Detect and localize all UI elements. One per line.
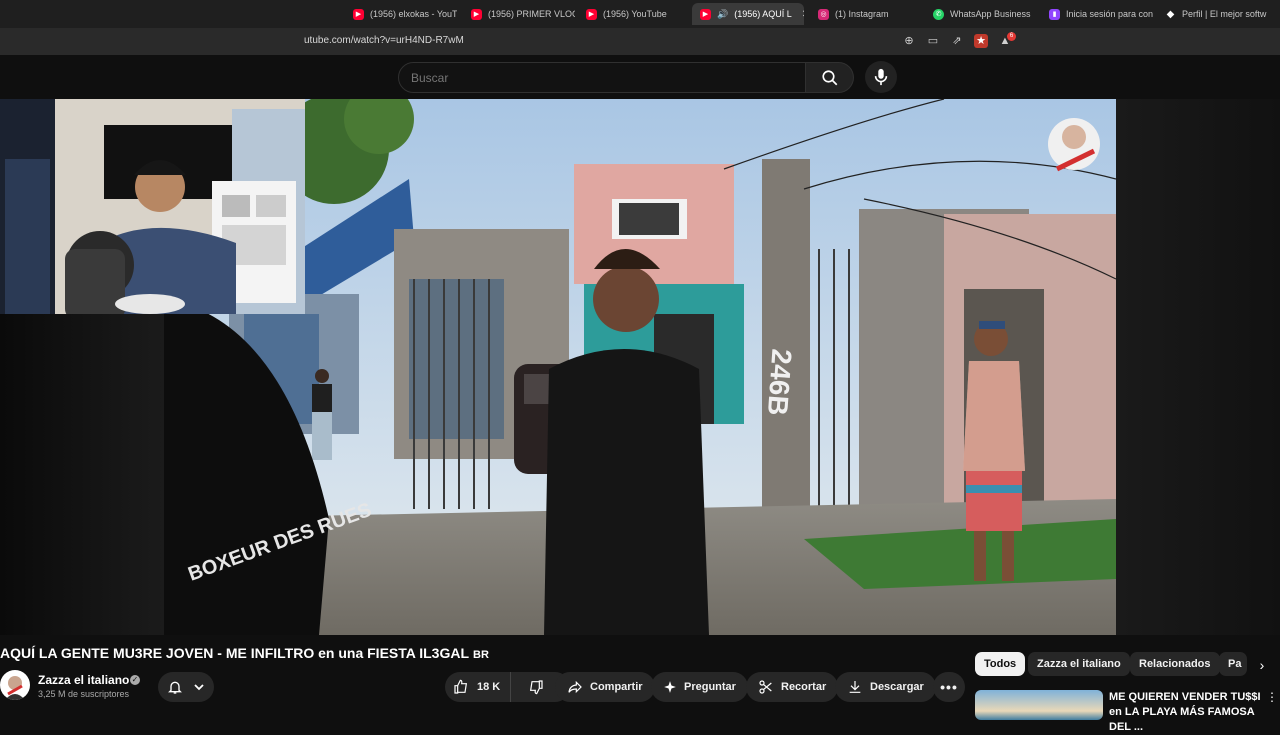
browser-tab[interactable]: ◆ Perfil | El mejor softw <box>1157 3 1269 25</box>
search-box <box>398 62 806 93</box>
zoom-icon[interactable]: ⊕ <box>902 34 916 48</box>
recommended-thumbnail[interactable] <box>975 690 1103 720</box>
clip-button[interactable]: Recortar <box>746 672 839 702</box>
cast-icon[interactable]: ▭ <box>926 34 940 48</box>
search-button[interactable] <box>806 62 854 93</box>
subscriber-count: 3,25 M de suscriptores <box>38 689 130 699</box>
like-count: 18 K <box>477 681 501 693</box>
thumbs-down-icon <box>530 680 543 695</box>
video-title-text: AQUÍ LA GENTE MU3RE JOVEN - ME INFILTRO … <box>0 645 470 661</box>
voice-search-button[interactable] <box>865 61 897 93</box>
address-bar: utube.com/watch?v=urH4ND-R7wM ⊕ ▭ ⇗ ★ ▲ … <box>0 28 1280 55</box>
url-text[interactable]: utube.com/watch?v=urH4ND-R7wM <box>304 35 464 46</box>
more-vertical-icon[interactable]: ⋮ <box>1266 690 1278 706</box>
tab-title: Inicia sesión para con <box>1066 9 1153 19</box>
wall-number-char: 246B <box>762 348 798 417</box>
browser-tab[interactable]: ▶ (1956) PRIMER VLOG <box>463 3 575 25</box>
scissors-icon <box>759 680 772 694</box>
bookmark-icon[interactable]: ★ <box>974 34 988 48</box>
ask-label: Preguntar <box>684 681 736 693</box>
tab-title: (1956) PRIMER VLOG <box>488 9 575 19</box>
tab-title: (1956) AQUÍ L <box>734 9 792 19</box>
chevron-right-icon[interactable]: › <box>1252 655 1272 675</box>
video-title-suffix: BR <box>473 649 489 661</box>
thumbs-up-icon <box>454 679 468 694</box>
like-dislike-group: 18 K <box>445 672 570 702</box>
video-scene: 246B BOXEUR DES RUES <box>164 99 1116 635</box>
tab-title: (1) Instagram <box>835 9 889 19</box>
dislike-button[interactable] <box>518 672 554 702</box>
video-player[interactable]: 246B BOXEUR DES RUES <box>0 99 1280 635</box>
speaker-icon: 🔊 <box>717 8 729 19</box>
browser-tab[interactable]: ◎ (1) Instagram <box>810 3 922 25</box>
search-icon <box>821 69 837 85</box>
browser-tab[interactable]: ▶ (1956) YouTube <box>578 3 686 25</box>
browser-tab[interactable]: ✆ WhatsApp Business <box>925 3 1037 25</box>
close-tab-icon[interactable]: ✕ <box>802 9 804 20</box>
instagram-icon: ◎ <box>818 8 829 20</box>
whatsapp-icon: ✆ <box>933 8 944 20</box>
video-title: AQUÍ LA GENTE MU3RE JOVEN - ME INFILTRO … <box>0 645 489 661</box>
tab-title: WhatsApp Business <box>950 9 1031 19</box>
chip-related[interactable]: Relacionados <box>1130 652 1220 676</box>
share-label: Compartir <box>590 681 643 693</box>
twitch-icon: ▮ <box>1049 8 1060 20</box>
verified-check-icon: ✓ <box>130 675 140 685</box>
streamer-webcam-overlay <box>0 99 305 314</box>
browser-tab-strip: ▶ (1956) elxokas - YouTu ▶ (1956) PRIMER… <box>0 0 1280 28</box>
player-letterbox-right <box>1116 99 1280 635</box>
sparkle-icon <box>664 681 676 693</box>
channel-avatar[interactable] <box>0 670 30 700</box>
browser-tab[interactable]: ▮ Inicia sesión para con <box>1041 3 1153 25</box>
share-icon[interactable]: ⇗ <box>950 34 964 48</box>
recommended-title[interactable]: ME QUIEREN VENDER TU$$I en LA PLAYA MÁS … <box>1109 690 1261 735</box>
browser-tab-active[interactable]: ▶ 🔊 (1956) AQUÍ L ✕ <box>692 3 804 25</box>
like-button[interactable]: 18 K <box>445 672 512 702</box>
share-button[interactable]: Compartir <box>555 672 655 702</box>
youtube-icon: ▶ <box>471 8 482 20</box>
youtube-icon: ▶ <box>353 8 364 20</box>
subscription-bell-button[interactable] <box>158 672 214 702</box>
tab-title: Perfil | El mejor softw <box>1182 9 1267 19</box>
tab-title: (1956) elxokas - YouTu <box>370 9 457 19</box>
microphone-icon <box>874 68 888 86</box>
clip-label: Recortar <box>781 681 827 693</box>
download-icon <box>849 681 861 693</box>
share-arrow-icon <box>568 680 582 694</box>
download-label: Descargar <box>870 681 924 693</box>
chevron-down-icon <box>194 684 204 691</box>
browser-tab[interactable]: ▶ (1956) elxokas - YouTu <box>345 3 457 25</box>
chip-all[interactable]: Todos <box>975 652 1026 676</box>
chip-channel[interactable]: Zazza el italiano <box>1028 652 1130 676</box>
youtube-icon: ▶ <box>700 8 711 20</box>
diamond-icon: ◆ <box>1166 8 1175 20</box>
youtube-icon: ▶ <box>586 8 597 20</box>
youtube-masthead <box>0 55 1280 99</box>
channel-name[interactable]: Zazza el italiano <box>38 673 129 687</box>
chip-partial[interactable]: Pa <box>1219 652 1247 676</box>
search-input[interactable] <box>411 71 791 85</box>
notification-badge: 6 <box>1007 32 1016 41</box>
more-horizontal-icon: ••• <box>940 679 958 695</box>
ask-button[interactable]: Preguntar <box>651 672 748 702</box>
download-button[interactable]: Descargar <box>835 672 936 702</box>
tab-title: (1956) YouTube <box>603 9 667 19</box>
more-actions-button[interactable]: ••• <box>933 672 965 702</box>
bell-icon <box>168 681 182 694</box>
video-frame[interactable]: 246B BOXEUR DES RUES <box>164 99 1116 635</box>
